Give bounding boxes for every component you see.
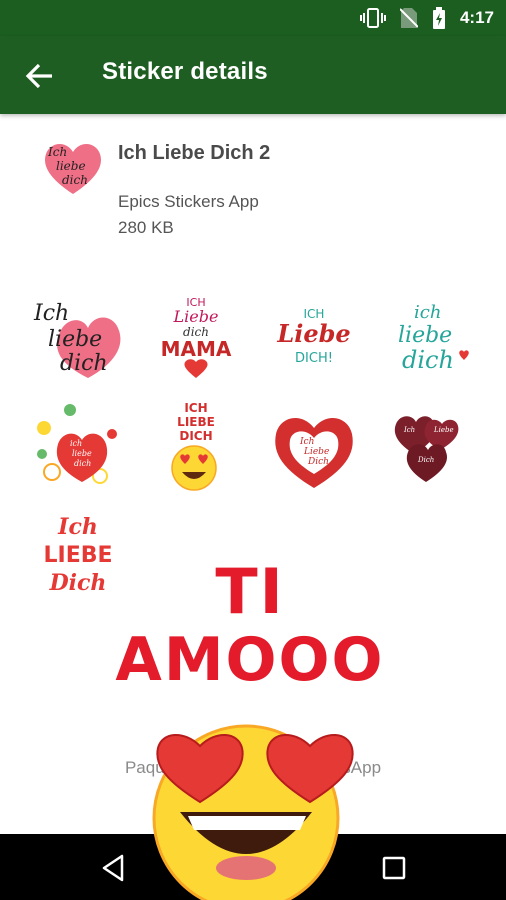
sticker-4[interactable]: ich liebe dich	[384, 290, 480, 386]
svg-text:ICH: ICH	[184, 401, 207, 415]
sticker-3[interactable]: ICH Liebe DICH!	[266, 290, 362, 386]
vibrate-icon	[359, 8, 386, 28]
svg-text:Liebe: Liebe	[433, 426, 454, 434]
overlay-text-line1: TI	[214, 554, 285, 630]
overlay-sticker: TI AMOOO	[110, 554, 390, 900]
svg-text:liebe: liebe	[56, 159, 86, 173]
svg-text:liebe: liebe	[398, 323, 452, 348]
pack-publisher: Epics Stickers App	[118, 192, 259, 211]
svg-text:Liebe: Liebe	[276, 319, 350, 348]
svg-text:ich: ich	[414, 302, 441, 323]
svg-text:dich: dich	[62, 173, 88, 187]
sticker-5[interactable]: ich liebe dich	[30, 398, 126, 494]
sticker-2[interactable]: ICH Liebe dich MAMA	[148, 290, 244, 386]
svg-text:Ich: Ich	[47, 145, 67, 159]
page-title: Sticker details	[102, 58, 268, 85]
svg-text:Ich: Ich	[299, 437, 314, 447]
app-bar: Sticker details	[0, 36, 506, 114]
svg-text:DICH: DICH	[179, 429, 212, 443]
svg-text:LIEBE: LIEBE	[43, 543, 112, 568]
svg-text:MAMA: MAMA	[161, 337, 232, 361]
svg-text:Ich: Ich	[33, 301, 69, 326]
status-bar: 4:17	[0, 0, 506, 36]
svg-text:LIEBE: LIEBE	[177, 415, 215, 429]
no-sim-icon	[399, 8, 418, 28]
svg-text:Dich: Dich	[307, 457, 329, 467]
pack-size: 280 KB	[118, 218, 174, 237]
arrow-back-icon[interactable]	[24, 60, 56, 92]
svg-text:ich: ich	[70, 439, 82, 448]
sticker-1[interactable]: Ich liebe dich	[30, 290, 126, 386]
sticker-8[interactable]: Ich Liebe Dich	[384, 398, 480, 494]
svg-text:dich: dich	[402, 346, 454, 374]
sticker-6[interactable]: ICH LIEBE DICH	[148, 398, 244, 494]
status-time: 4:17	[459, 8, 494, 27]
battery-charging-icon	[432, 7, 445, 29]
overlay-text-line2: AMOOO	[114, 624, 385, 697]
svg-text:liebe: liebe	[48, 327, 102, 352]
svg-text:liebe: liebe	[72, 449, 92, 458]
pack-tray-icon: Ich liebe dich	[45, 143, 101, 194]
svg-text:dich: dich	[74, 459, 91, 468]
heart-eyes-emoji-icon	[152, 724, 354, 900]
svg-text:Liebe: Liebe	[173, 307, 219, 326]
pack-name: Ich Liebe Dich 2	[118, 142, 271, 164]
svg-text:Dich: Dich	[49, 570, 107, 596]
svg-text:Ich: Ich	[57, 514, 98, 540]
svg-text:Ich: Ich	[403, 426, 415, 434]
svg-text:Dich: Dich	[417, 456, 434, 464]
svg-text:dich: dich	[60, 351, 108, 376]
pack-header: Ich liebe dich Ich Liebe Dich 2 Epics St…	[0, 114, 506, 264]
svg-text:Liebe: Liebe	[303, 447, 329, 457]
svg-text:DICH!: DICH!	[295, 351, 333, 366]
sticker-7[interactable]: Ich Liebe Dich	[266, 398, 362, 494]
